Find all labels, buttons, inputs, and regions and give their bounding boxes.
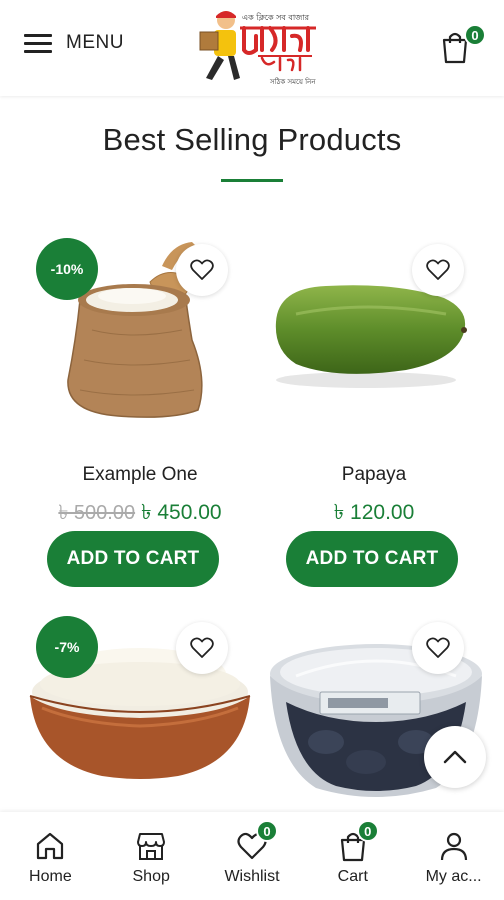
menu-button[interactable]: MENU xyxy=(24,32,124,54)
cart-count-badge: 0 xyxy=(356,820,379,842)
nav-label: Shop xyxy=(132,868,170,885)
home-icon xyxy=(37,832,64,860)
nav-label: Wishlist xyxy=(224,868,280,885)
user-icon xyxy=(440,832,467,861)
sale-price: ৳ 120.00 xyxy=(333,501,415,524)
heart-icon xyxy=(190,259,214,280)
wishlist-count-badge: 0 xyxy=(255,820,278,842)
heart-icon xyxy=(426,637,450,658)
wishlist-button[interactable] xyxy=(412,622,464,674)
nav-label: My ac... xyxy=(425,868,482,885)
nav-item-wishlist[interactable]: 0 Wishlist xyxy=(202,812,303,900)
nav-label: Home xyxy=(29,868,72,885)
heart-icon xyxy=(190,637,214,658)
discount-badge: -7% xyxy=(36,616,98,678)
sale-price: ৳ 450.00 xyxy=(141,501,222,524)
scroll-to-top-button[interactable] xyxy=(424,726,486,788)
heart-icon xyxy=(426,259,450,280)
product-name[interactable]: Example One xyxy=(22,464,258,486)
add-to-cart-button[interactable]: ADD TO CART xyxy=(286,531,458,587)
title-underline xyxy=(221,179,283,182)
nav-item-cart[interactable]: 0 Cart xyxy=(302,812,403,900)
section-title: Best Selling Products xyxy=(102,122,402,157)
hamburger-icon xyxy=(24,32,52,54)
product-name[interactable]: Papaya xyxy=(256,464,492,486)
shop-icon xyxy=(137,833,166,860)
wishlist-button[interactable] xyxy=(176,244,228,296)
product-card[interactable]: Papaya ৳ 120.00 ADD TO CART xyxy=(256,230,492,600)
product-card[interactable]: -10% Example One ৳ 500.00 ৳ 450.00 ADD TO… xyxy=(22,230,258,600)
bottom-navigation: Home Shop 0 Wishlist 0 Cart My ac... xyxy=(0,812,504,900)
product-price: ৳ 120.00 xyxy=(256,496,492,531)
nav-item-my-account[interactable]: My ac... xyxy=(403,812,504,900)
wishlist-button[interactable] xyxy=(176,622,228,674)
discount-badge: -10% xyxy=(36,238,98,300)
header-cart-button[interactable]: 0 xyxy=(440,24,486,66)
svg-text:এক ক্লিকে সব বাজার: এক ক্লিকে সব বাজার xyxy=(242,13,310,22)
original-price: ৳ 500.00 xyxy=(58,502,136,524)
svg-text:সঠিক সময়ে নিন: সঠিক সময়ে নিন xyxy=(269,77,316,86)
add-to-cart-button[interactable]: ADD TO CART xyxy=(47,531,219,587)
site-header: MENU এক ক্লিকে সব বাজার সঠিক সময়ে নিন 0 xyxy=(0,0,504,96)
wishlist-button[interactable] xyxy=(412,244,464,296)
nav-label: Cart xyxy=(337,868,368,885)
product-card[interactable]: -7% xyxy=(22,612,258,812)
nav-item-shop[interactable]: Shop xyxy=(101,812,202,900)
site-logo[interactable]: এক ক্লিকে সব বাজার সঠিক সময়ে নিন xyxy=(188,6,320,90)
nav-item-home[interactable]: Home xyxy=(0,812,101,900)
chevron-up-icon xyxy=(443,750,467,764)
menu-label: MENU xyxy=(66,32,124,53)
cart-count-badge: 0 xyxy=(464,24,486,46)
product-price: ৳ 500.00 ৳ 450.00 xyxy=(22,496,258,531)
